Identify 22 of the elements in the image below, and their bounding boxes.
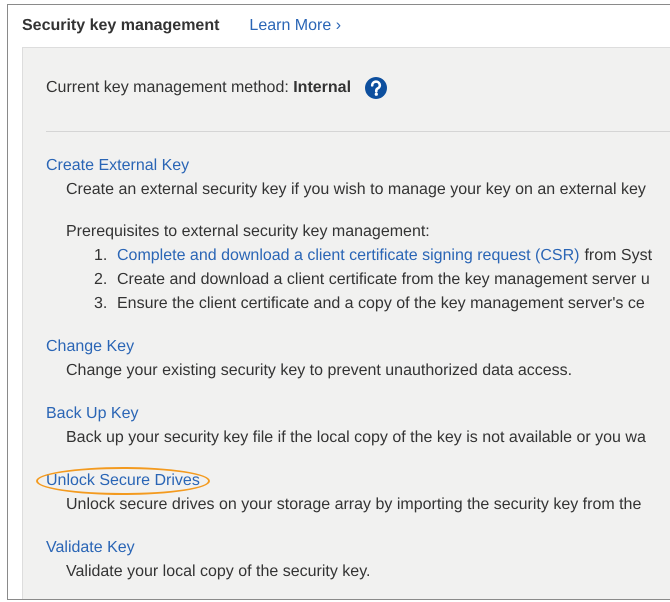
action-description: Change your existing security key to prevent unauthorized data access. <box>65 361 574 381</box>
action-description: Unlock secure drives on your storage array by importing the security key from the <box>65 495 642 515</box>
help-icon[interactable] <box>365 77 388 99</box>
action-link[interactable]: Change Key <box>46 335 134 359</box>
action-link[interactable]: Back Up Key <box>46 402 138 426</box>
action-description: Validate your local copy of the security key. <box>65 562 372 582</box>
action-description: Back up your security key file if the local copy of the key is not available or you wa <box>65 428 647 448</box>
action-link[interactable]: Unlock Secure Drives <box>46 469 200 493</box>
step-link[interactable]: Complete and download a client certificate signing request (CSR) <box>117 244 580 268</box>
step-number: 1. <box>94 246 108 266</box>
prerequisites-heading: Prerequisites to external security key management: <box>66 222 431 242</box>
learn-more-link[interactable]: Learn More › <box>249 17 342 35</box>
current-method-text: Current key management method: Internal <box>46 79 352 97</box>
section-title: Security key management <box>22 17 220 35</box>
action-description: Create an external security key if you wish to manage your key on an external key <box>65 180 647 200</box>
step-text: Create and download a client certificate from the key management server u <box>117 270 650 290</box>
step-text: from Syst <box>584 246 652 266</box>
step-number: 3. <box>94 294 108 314</box>
action-link[interactable]: Create External Key <box>46 154 190 178</box>
step-number: 2. <box>94 270 108 290</box>
step-text: Ensure the client certificate and a copy of the key management server's ce <box>117 294 645 314</box>
action-link[interactable]: Validate Key <box>46 536 135 560</box>
